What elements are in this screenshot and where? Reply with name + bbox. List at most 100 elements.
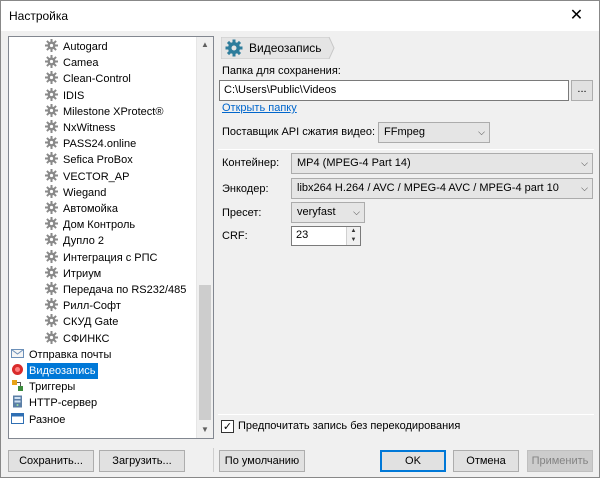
cancel-button[interactable]: Отмена: [453, 450, 519, 472]
divider: [213, 448, 214, 472]
tree-item[interactable]: VECTOR_AP: [45, 168, 131, 185]
api-provider-label: Поставщик API сжатия видео:: [222, 126, 376, 138]
chevron-down-icon: ⌵: [581, 183, 588, 193]
tree-item-label: VECTOR_AP: [63, 170, 130, 183]
window-title: Настройка: [9, 9, 69, 23]
save-button[interactable]: Сохранить...: [8, 450, 94, 472]
chevron-down-icon: ⌵: [478, 127, 485, 137]
tree-item[interactable]: Видеозапись: [11, 363, 98, 379]
tree-item-label: HTTP-сервер: [29, 397, 98, 410]
save-folder-input[interactable]: C:\Users\Public\Videos: [219, 80, 569, 101]
tree-item[interactable]: Разное: [11, 412, 67, 428]
tree-item[interactable]: Отправка почты: [11, 347, 113, 363]
section-header: Видеозапись: [221, 37, 335, 59]
api-provider-value: FFmpeg: [384, 126, 425, 138]
tree-item[interactable]: Дупло 2: [45, 233, 106, 249]
tree-item[interactable]: HTTP-сервер: [11, 395, 99, 411]
tree-item[interactable]: СКУД Gate: [45, 314, 120, 330]
tree-item[interactable]: Autogard: [45, 39, 110, 55]
spin-up-icon[interactable]: ▲: [346, 227, 360, 236]
tree-item-label: Итриум: [63, 267, 102, 280]
tree-item[interactable]: Итриум: [45, 265, 103, 282]
scroll-down-arrow-icon[interactable]: ▼: [197, 422, 213, 438]
load-button[interactable]: Загрузить...: [99, 450, 185, 472]
tree-item-label: Autogard: [63, 41, 108, 53]
gear-icon: [45, 103, 58, 117]
tree-item-label: СКУД Gate: [63, 316, 119, 329]
defaults-button[interactable]: По умолчанию: [219, 450, 305, 472]
tree-item-label: Camea: [63, 57, 99, 70]
apply-button[interactable]: Применить: [527, 450, 593, 472]
gear-icon: [45, 282, 58, 295]
settings-tree[interactable]: ▲ ▼ Autogard Camea Clean-Control IDIS Milest…: [8, 36, 214, 439]
browse-folder-button[interactable]: ...: [571, 80, 593, 101]
preset-select[interactable]: veryfast ⌵: [291, 202, 365, 223]
tree-item[interactable]: PASS24.online: [45, 136, 138, 152]
tree-item[interactable]: Триггеры: [11, 379, 77, 395]
crf-value[interactable]: 23: [296, 229, 308, 241]
gear-icon: [45, 314, 58, 328]
tree-item-label: Автомойка: [63, 203, 118, 215]
tree-item[interactable]: NxWitness: [45, 120, 118, 136]
crf-label: CRF:: [222, 230, 248, 242]
gear-icon: [45, 87, 58, 101]
gear-icon: [45, 184, 58, 198]
tree-item-label: NxWitness: [63, 122, 116, 134]
spin-down-icon[interactable]: ▼: [346, 236, 360, 245]
encoder-select[interactable]: libx264 H.264 / AVC / MPEG-4 AVC / MPEG-…: [291, 178, 593, 199]
window-icon: [11, 412, 24, 425]
gear-icon: [45, 201, 58, 214]
prefer-no-recode-checkbox[interactable]: ✓: [221, 420, 234, 433]
tree-item[interactable]: Дом Контроль: [45, 217, 137, 233]
tree-scrollbar[interactable]: ▲ ▼: [196, 37, 213, 438]
gear-icon: [45, 120, 58, 133]
crf-stepper[interactable]: 23 ▲ ▼: [291, 226, 361, 246]
tree-item[interactable]: Sefica ProBox: [45, 152, 135, 168]
container-select[interactable]: MP4 (MPEG-4 Part 14) ⌵: [291, 153, 593, 174]
server-icon: [11, 395, 24, 408]
tree-item[interactable]: Clean-Control: [45, 71, 133, 87]
gear-icon: [45, 55, 58, 69]
tree-item[interactable]: Wiegand: [45, 184, 108, 201]
preset-label: Пресет:: [222, 207, 262, 219]
tree-item[interactable]: IDIS: [45, 87, 86, 104]
gear-icon: [45, 136, 58, 150]
gear-icon: [45, 330, 58, 344]
tree-item-label: IDIS: [63, 89, 85, 102]
prefer-no-recode-label: Предпочитать запись без перекодирования: [238, 420, 461, 432]
tree-item-label: Дом Контроль: [63, 219, 136, 232]
tree-item[interactable]: СФИНКС: [45, 330, 111, 347]
mail-icon: [11, 347, 24, 360]
tree-item-label: Clean-Control: [63, 73, 131, 86]
tree-item[interactable]: Автомойка: [45, 201, 120, 217]
ok-button[interactable]: OK: [380, 450, 446, 472]
gear-icon: [45, 298, 58, 312]
scroll-up-arrow-icon[interactable]: ▲: [197, 37, 213, 53]
tree-item[interactable]: Интеграция с РПС: [45, 249, 159, 266]
gear-icon: [45, 217, 58, 231]
encoder-value: libx264 H.264 / AVC / MPEG-4 AVC / MPEG-…: [297, 182, 559, 194]
tree-item-label: PASS24.online: [63, 138, 137, 151]
scroll-thumb[interactable]: [199, 285, 211, 420]
close-icon[interactable]: ✕: [554, 1, 599, 31]
tree-item-label: Передача по RS232/485: [63, 284, 187, 296]
encoder-label: Энкодер:: [222, 183, 269, 195]
tree-item-label: Milestone XProtect®: [63, 105, 164, 118]
tree-item-label: СФИНКС: [63, 332, 110, 345]
gear-icon: [225, 39, 243, 57]
tree-item[interactable]: Рилл-Софт: [45, 298, 123, 314]
tree-item-label: Wiegand: [63, 186, 107, 199]
container-value: MP4 (MPEG-4 Part 14): [297, 157, 411, 169]
api-provider-select[interactable]: FFmpeg ⌵: [378, 122, 490, 143]
gear-icon: [45, 233, 58, 247]
trigger-icon: [11, 379, 24, 392]
gear-icon: [45, 168, 58, 182]
tree-item[interactable]: Передача по RS232/485: [45, 282, 188, 298]
open-folder-link[interactable]: Открыть папку: [222, 102, 297, 114]
gear-icon: [45, 71, 58, 85]
tree-item-label: Sefica ProBox: [63, 154, 133, 167]
gear-icon: [45, 39, 58, 52]
tree-item[interactable]: Milestone XProtect®: [45, 103, 165, 120]
tree-item[interactable]: Camea: [45, 55, 100, 71]
container-label: Контейнер:: [222, 157, 280, 169]
